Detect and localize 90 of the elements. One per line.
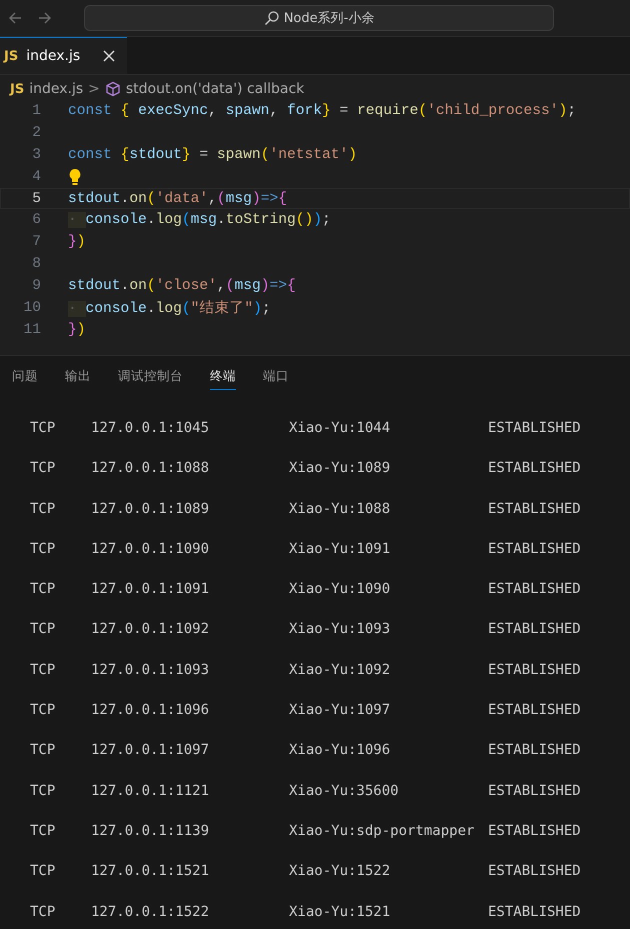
terminal-text: Xiao-Yu:1096 [289, 742, 392, 758]
line-number: 4 [31, 168, 41, 185]
terminal-text: ESTABLISHED [488, 904, 582, 920]
terminal-text: 127.0.0.1:1522 [91, 904, 210, 920]
code-line: }) [68, 322, 86, 338]
breadcrumb-file[interactable]: index.js [29, 81, 84, 97]
terminal-text: ESTABLISHED [488, 782, 582, 799]
line-number: 3 [31, 146, 41, 163]
line-number: 11 [22, 322, 41, 338]
terminal-text: TCP [30, 460, 56, 476]
terminal-text: Xiao-Yu:sdp-portmapper [289, 822, 476, 839]
terminal-text: ESTABLISHED [488, 742, 582, 758]
terminal-text: Xiao-Yu:1044 [289, 420, 392, 436]
panel-tab[interactable]: 终端 [210, 368, 236, 390]
terminal-text: TCP [30, 540, 56, 557]
javascript-file-icon: JS [10, 82, 24, 96]
breadcrumb-separator: > [88, 81, 100, 97]
terminal-text: Xiao-Yu:1522 [289, 863, 392, 880]
terminal-text: 127.0.0.1:1091 [91, 581, 210, 598]
panel-tab[interactable]: 调试控制台 [118, 368, 183, 390]
terminal-text: 127.0.0.1:1090 [91, 540, 210, 557]
back-arrow-icon[interactable] [7, 10, 23, 26]
command-search-field[interactable]: Node系列-小余 [84, 5, 554, 31]
terminal-text: ESTABLISHED [488, 822, 582, 839]
terminal-text: TCP [30, 904, 56, 920]
cube-icon [104, 81, 121, 97]
terminal-text: ESTABLISHED [488, 702, 582, 718]
terminal-text: Xiao-Yu:1089 [289, 460, 392, 476]
terminal-text: Xiao-Yu:1093 [289, 621, 392, 638]
terminal-text: TCP [30, 702, 56, 718]
breadcrumb-symbol[interactable]: stdout.on('data') callback [126, 81, 304, 97]
terminal-text: Xiao-Yu:1521 [289, 904, 392, 920]
search-icon [264, 10, 280, 26]
terminal-text: Xiao-Yu:35600 [289, 782, 400, 799]
terminal-text: Xiao-Yu:1092 [289, 662, 392, 678]
line-number: 5 [31, 190, 41, 206]
terminal-text: TCP [30, 782, 56, 799]
terminal-text: ESTABLISHED [488, 540, 582, 557]
terminal-text: 127.0.0.1:1521 [91, 863, 210, 880]
line-number: 8 [31, 256, 41, 272]
terminal-text: 127.0.0.1:1045 [91, 420, 210, 436]
terminal-text: 127.0.0.1:1097 [91, 742, 210, 758]
terminal-text: Xiao-Yu:1090 [289, 581, 392, 598]
terminal-text: TCP [30, 822, 56, 839]
terminal-text: TCP [30, 742, 56, 758]
terminal-text: ESTABLISHED [488, 662, 582, 678]
javascript-file-icon: JS [4, 48, 18, 64]
terminal-text: ESTABLISHED [488, 420, 582, 436]
terminal-text: 127.0.0.1:1139 [91, 822, 210, 839]
line-number: 6 [31, 212, 41, 228]
terminal-text: 127.0.0.1:1121 [91, 782, 210, 799]
terminal-text: ESTABLISHED [488, 460, 582, 476]
code-line: · console.log("结束了"); [68, 299, 271, 318]
terminal-text: ESTABLISHED [488, 863, 582, 880]
line-number: 10 [22, 300, 41, 316]
terminal-text: Xiao-Yu:1088 [289, 500, 392, 517]
forward-arrow-icon[interactable] [37, 10, 53, 26]
line-number: 2 [31, 124, 41, 141]
terminal-text: TCP [30, 662, 56, 678]
terminal-text: TCP [30, 863, 56, 880]
editor-tab[interactable]: JS index.js [0, 37, 127, 74]
code-line: stdout.on('close',(msg)=>{ [68, 278, 296, 294]
code-line: }) [68, 234, 86, 250]
terminal-text: 127.0.0.1:1093 [91, 662, 210, 678]
tab-label: index.js [26, 48, 82, 64]
terminal-text: 127.0.0.1:1096 [91, 702, 210, 718]
code-line: · console.log(msg.toString()); [68, 212, 331, 228]
terminal-text: Xiao-Yu:1097 [289, 702, 392, 718]
terminal-text: TCP [30, 500, 56, 517]
terminal-text: ESTABLISHED [488, 581, 582, 598]
panel-tab[interactable]: 输出 [65, 368, 91, 390]
line-number: 9 [31, 278, 41, 294]
code-line: const {stdout} = spawn('netstat') [68, 146, 358, 163]
terminal-text: Xiao-Yu:1091 [289, 540, 392, 557]
code-line: stdout.on('data',(msg)=>{ [68, 190, 287, 206]
terminal-text: 127.0.0.1:1089 [91, 500, 210, 517]
terminal-text: TCP [30, 621, 56, 638]
terminal-text: 127.0.0.1:1092 [91, 621, 210, 638]
terminal-text: 127.0.0.1:1088 [91, 460, 210, 476]
close-icon[interactable] [103, 50, 115, 62]
terminal-text: TCP [30, 420, 56, 436]
line-number: 7 [31, 234, 41, 250]
line-number: 1 [31, 102, 41, 119]
panel-tab[interactable]: 端口 [263, 368, 289, 390]
terminal-text: ESTABLISHED [488, 500, 582, 517]
lightbulb-icon[interactable] [68, 168, 82, 186]
panel-tab[interactable]: 问题 [12, 368, 38, 390]
terminal-text: ESTABLISHED [488, 621, 582, 638]
terminal-text: TCP [30, 581, 56, 598]
code-line: const { execSync, spawn, fork} = require('child_process'); [68, 102, 576, 119]
